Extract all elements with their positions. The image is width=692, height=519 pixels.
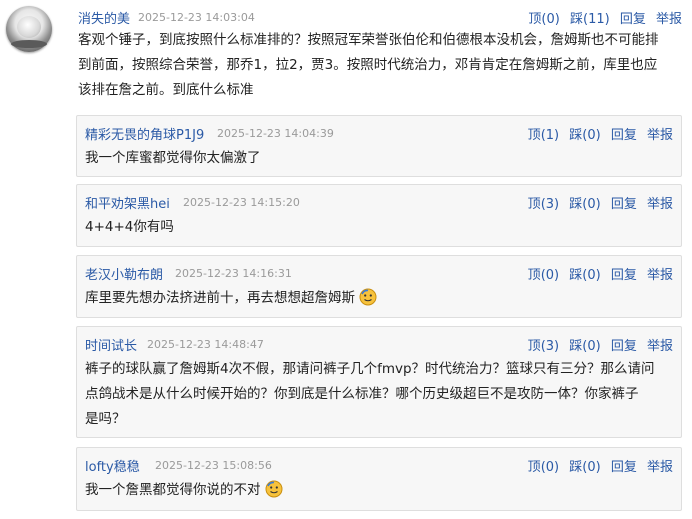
upvote-count: (0) (540, 268, 560, 283)
reply-header: 精彩无畏的角球P1J9 2025-12-23 14:04:39 顶(1) 踩(0… (77, 116, 681, 144)
reply-body: 我一个詹黑都觉得你说的不对 (77, 478, 681, 503)
reply-button[interactable]: 回复 (611, 197, 637, 212)
downvote-label: 踩 (569, 12, 583, 27)
reply-line: 4+4+4你有吗 (85, 219, 174, 235)
reply-header: 时间试长 2025-12-23 14:48:47 顶(3) 踩(0) 回复 举报 (77, 327, 681, 355)
reply-username[interactable]: 和平劝架黑hei (85, 193, 170, 212)
reply-line: 是吗？ (85, 411, 126, 427)
reply-username[interactable]: lofty稳稳 (85, 456, 140, 475)
upvote-label: 顶 (527, 197, 541, 212)
downvote-button[interactable]: 踩(0) (569, 339, 600, 354)
report-button[interactable]: 举报 (656, 12, 682, 27)
reply-actions: 顶(3) 踩(0) 回复 举报 (528, 193, 673, 212)
reply-button[interactable]: 回复 (611, 460, 637, 475)
downvote-count: (0) (582, 128, 601, 143)
downvote-button[interactable]: 踩(0) (569, 460, 600, 475)
upvote-count: (3) (540, 339, 560, 354)
reply-body: 库里要先想办法挤进前十，再去想想超詹姆斯 (77, 286, 681, 311)
reply-line: 点鸽战术是从什么时候开始的？你到底是什么标准？哪个历史级超巨不是攻防一体？你家裤… (85, 386, 639, 402)
reply-body: 我一个库蜜都觉得你太偏激了 (77, 146, 681, 171)
emoji-face-icon (265, 480, 282, 498)
comment-timestamp: 2025-12-23 14:03:04 (138, 11, 255, 24)
reply-header: 和平劝架黑hei 2025-12-23 14:15:20 顶(3) 踩(0) 回… (77, 185, 681, 213)
reply-timestamp: 2025-12-23 14:48:47 (147, 338, 264, 351)
reply-header: 老汉小勒布朗 2025-12-23 14:16:31 顶(0) 踩(0) 回复 … (77, 256, 681, 284)
downvote-count: (0) (582, 197, 601, 212)
reply-item: 老汉小勒布朗 2025-12-23 14:16:31 顶(0) 踩(0) 回复 … (76, 255, 682, 318)
comment-line: 客观个锤子，到底按照什么标准排的？按照冠军荣誉张伯伦和伯德根本没机会，詹姆斯也不… (78, 32, 659, 48)
downvote-label: 踩 (569, 460, 583, 475)
emoji-face-icon (359, 288, 377, 306)
avatar-base (11, 40, 47, 48)
downvote-count: (0) (582, 460, 601, 475)
reply-actions: 顶(0) 踩(0) 回复 举报 (528, 264, 673, 283)
comment-line: 该排在詹之前。到底什么标准 (78, 82, 254, 98)
reply-body: 4+4+4你有吗 (77, 215, 681, 240)
reply-timestamp: 2025-12-23 15:08:56 (155, 459, 272, 472)
avatar-ball-icon (17, 16, 41, 38)
reply-actions: 顶(0) 踩(0) 回复 举报 (528, 456, 673, 475)
report-button[interactable]: 举报 (647, 339, 673, 354)
comment-username[interactable]: 消失的美 (78, 8, 130, 27)
comment-header: 消失的美 2025-12-23 14:03:04 顶(0) 踩(11) 回复 举… (72, 0, 682, 28)
upvote-button[interactable]: 顶(3) (528, 339, 559, 354)
reply-timestamp: 2025-12-23 14:15:20 (183, 196, 300, 209)
upvote-button[interactable]: 顶(0) (528, 460, 559, 475)
reply-actions: 顶(3) 踩(0) 回复 举报 (528, 335, 673, 354)
report-button[interactable]: 举报 (647, 460, 673, 475)
reply-username[interactable]: 精彩无畏的角球P1J9 (85, 124, 204, 143)
reply-timestamp: 2025-12-23 14:16:31 (175, 267, 292, 280)
report-button[interactable]: 举报 (647, 197, 673, 212)
downvote-button[interactable]: 踩(0) (569, 197, 600, 212)
upvote-count: (1) (540, 128, 560, 143)
upvote-button[interactable]: 顶(1) (528, 128, 559, 143)
report-button[interactable]: 举报 (647, 268, 673, 283)
downvote-count: (0) (582, 268, 601, 283)
downvote-count: (0) (582, 339, 601, 354)
upvote-button[interactable]: 顶(0) (528, 12, 559, 27)
reply-username[interactable]: 时间试长 (85, 335, 137, 354)
report-button[interactable]: 举报 (647, 128, 673, 143)
reply-button[interactable]: 回复 (611, 339, 637, 354)
upvote-label: 顶 (527, 128, 541, 143)
reply-line: 裤子的球队赢了詹姆斯4次不假，那请问裤子几个fmvp？时代统治力？篮球只有三分？… (85, 361, 655, 377)
reply-body: 裤子的球队赢了詹姆斯4次不假，那请问裤子几个fmvp？时代统治力？篮球只有三分？… (77, 357, 681, 432)
reply-timestamp: 2025-12-23 14:04:39 (217, 127, 334, 140)
reply-actions: 顶(1) 踩(0) 回复 举报 (528, 124, 673, 143)
main-comment: 消失的美 2025-12-23 14:03:04 顶(0) 踩(11) 回复 举… (72, 0, 682, 103)
comment-body: 客观个锤子，到底按照什么标准排的？按照冠军荣誉张伯伦和伯德根本没机会，詹姆斯也不… (72, 28, 682, 103)
upvote-count: (0) (541, 12, 560, 27)
reply-item: 和平劝架黑hei 2025-12-23 14:15:20 顶(3) 踩(0) 回… (76, 184, 682, 247)
upvote-label: 顶 (527, 339, 541, 354)
upvote-label: 顶 (527, 460, 541, 475)
downvote-label: 踩 (569, 197, 583, 212)
reply-item: lofty稳稳 2025-12-23 15:08:56 顶(0) 踩(0) 回复… (76, 447, 682, 511)
downvote-count: (11) (583, 12, 610, 27)
reply-line: 库里要先想办法挤进前十，再去想想超詹姆斯 (85, 290, 355, 306)
downvote-button[interactable]: 踩(11) (570, 12, 610, 27)
reply-button[interactable]: 回复 (611, 268, 637, 283)
reply-button[interactable]: 回复 (620, 12, 646, 27)
upvote-label: 顶 (528, 12, 542, 27)
downvote-button[interactable]: 踩(0) (569, 128, 600, 143)
downvote-label: 踩 (569, 339, 583, 354)
downvote-button[interactable]: 踩(0) (569, 268, 600, 283)
comment-actions: 顶(0) 踩(11) 回复 举报 (528, 8, 682, 27)
reply-header: lofty稳稳 2025-12-23 15:08:56 顶(0) 踩(0) 回复… (77, 448, 681, 476)
upvote-count: (0) (540, 460, 560, 475)
reply-item: 精彩无畏的角球P1J9 2025-12-23 14:04:39 顶(1) 踩(0… (76, 115, 682, 177)
comment-line: 到前面，按照综合荣誉，那乔1，拉2，贾3。按照时代统治力，邓肯肯定在詹姆斯之前，… (78, 57, 658, 73)
reply-line: 我一个库蜜都觉得你太偏激了 (85, 150, 261, 166)
reply-button[interactable]: 回复 (611, 128, 637, 143)
upvote-label: 顶 (527, 268, 541, 283)
reply-item: 时间试长 2025-12-23 14:48:47 顶(3) 踩(0) 回复 举报… (76, 326, 682, 438)
downvote-label: 踩 (569, 268, 583, 283)
upvote-button[interactable]: 顶(3) (528, 197, 559, 212)
reply-username[interactable]: 老汉小勒布朗 (85, 264, 163, 283)
upvote-count: (3) (540, 197, 560, 212)
downvote-label: 踩 (569, 128, 583, 143)
user-avatar[interactable] (6, 6, 52, 52)
reply-line: 我一个詹黑都觉得你说的不对 (85, 482, 261, 498)
upvote-button[interactable]: 顶(0) (528, 268, 559, 283)
